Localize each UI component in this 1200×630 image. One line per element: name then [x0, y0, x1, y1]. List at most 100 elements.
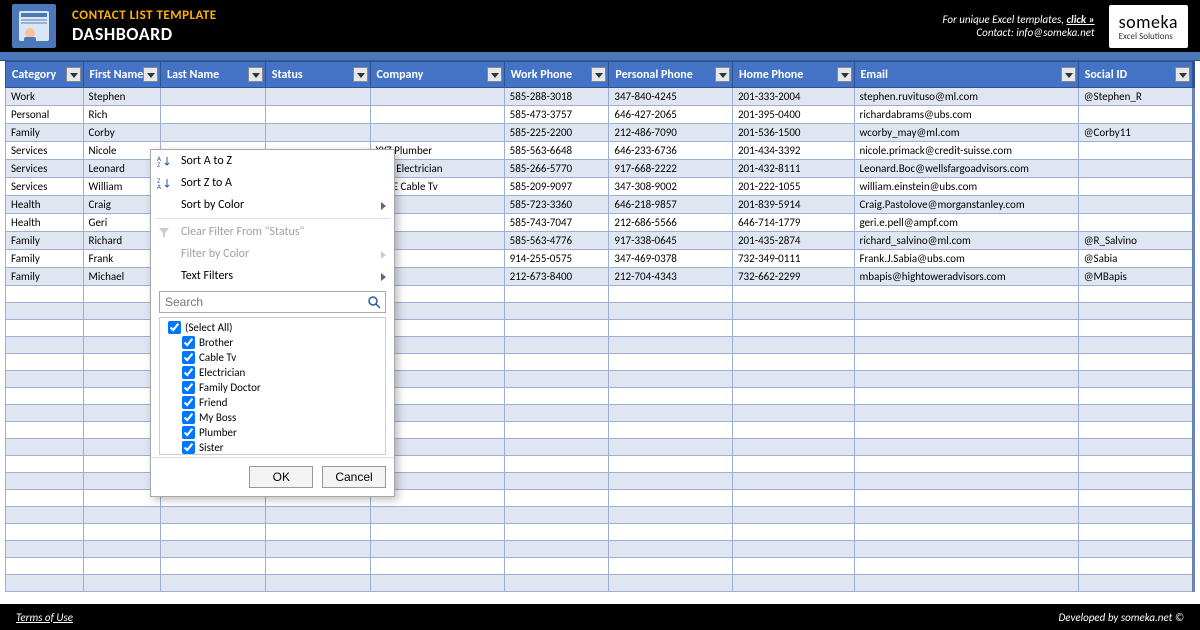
table-cell[interactable]	[83, 371, 161, 388]
table-cell[interactable]: 212-704-4343	[609, 268, 733, 286]
table-cell[interactable]: 732-349-0111	[732, 250, 854, 268]
table-cell[interactable]	[854, 456, 1078, 473]
table-row[interactable]	[6, 524, 1194, 541]
table-cell[interactable]: Nicole	[83, 142, 161, 160]
table-cell[interactable]	[609, 303, 733, 320]
table-cell[interactable]: @R_Salvino	[1078, 232, 1193, 250]
table-cell[interactable]	[609, 422, 733, 439]
table-cell[interactable]	[609, 558, 733, 575]
table-cell[interactable]	[265, 524, 370, 541]
table-cell[interactable]	[609, 371, 733, 388]
table-cell[interactable]: @Stephen_R	[1078, 88, 1193, 106]
table-cell[interactable]	[609, 388, 733, 405]
table-cell[interactable]	[1078, 473, 1193, 490]
filter-checkbox[interactable]	[182, 381, 195, 394]
table-cell[interactable]: 585-563-4776	[504, 232, 609, 250]
table-cell[interactable]	[732, 558, 854, 575]
filter-option[interactable]: My Boss	[164, 410, 381, 425]
filter-search-input[interactable]	[159, 291, 386, 313]
table-cell[interactable]: 201-432-8111	[732, 160, 854, 178]
table-cell[interactable]	[1078, 196, 1193, 214]
table-cell[interactable]: 201-839-5914	[732, 196, 854, 214]
table-cell[interactable]: 585-743-7047	[504, 214, 609, 232]
table-cell[interactable]	[1078, 558, 1193, 575]
table-cell[interactable]	[854, 371, 1078, 388]
table-cell[interactable]: Craig	[83, 196, 161, 214]
filter-dropdown-icon[interactable]	[715, 67, 730, 82]
table-cell[interactable]	[854, 388, 1078, 405]
table-cell[interactable]	[1078, 320, 1193, 337]
table-cell[interactable]	[6, 371, 84, 388]
table-cell[interactable]	[504, 354, 609, 371]
table-cell[interactable]	[504, 507, 609, 524]
table-cell[interactable]	[6, 490, 84, 507]
table-cell[interactable]	[854, 473, 1078, 490]
table-cell[interactable]	[504, 422, 609, 439]
table-cell[interactable]	[83, 286, 161, 303]
table-cell[interactable]: richard_salvino@ml.com	[854, 232, 1078, 250]
table-cell[interactable]	[161, 88, 266, 106]
table-cell[interactable]: Leonard.Boc@wellsfargoadvisors.com	[854, 160, 1078, 178]
table-cell[interactable]	[854, 303, 1078, 320]
table-cell[interactable]	[6, 541, 84, 558]
filter-dropdown-icon[interactable]	[66, 67, 81, 82]
table-cell[interactable]	[504, 388, 609, 405]
table-cell[interactable]	[609, 473, 733, 490]
filter-option[interactable]: Plumber	[164, 425, 381, 440]
table-cell[interactable]	[83, 473, 161, 490]
table-cell[interactable]: 201-536-1500	[732, 124, 854, 142]
table-cell[interactable]	[161, 541, 266, 558]
table-cell[interactable]	[161, 524, 266, 541]
table-cell[interactable]	[732, 456, 854, 473]
table-cell[interactable]	[732, 541, 854, 558]
table-cell[interactable]: 212-686-5566	[609, 214, 733, 232]
table-cell[interactable]	[504, 456, 609, 473]
table-cell[interactable]	[1078, 575, 1193, 592]
table-cell[interactable]: 212-673-8400	[504, 268, 609, 286]
table-cell[interactable]: 914-255-0575	[504, 250, 609, 268]
table-cell[interactable]: nicole.primack@credit-suisse.com	[854, 142, 1078, 160]
table-cell[interactable]	[265, 541, 370, 558]
table-cell[interactable]: Craig.Pastolove@morganstanley.com	[854, 196, 1078, 214]
table-cell[interactable]	[161, 575, 266, 592]
table-cell[interactable]	[83, 354, 161, 371]
table-cell[interactable]	[1078, 490, 1193, 507]
table-cell[interactable]: Services	[6, 160, 84, 178]
table-cell[interactable]	[6, 388, 84, 405]
table-cell[interactable]	[504, 490, 609, 507]
table-cell[interactable]	[732, 422, 854, 439]
table-cell[interactable]	[504, 575, 609, 592]
terms-link[interactable]: Terms of Use	[16, 611, 73, 624]
table-cell[interactable]: Work	[6, 88, 84, 106]
table-cell[interactable]	[1078, 371, 1193, 388]
table-cell[interactable]	[83, 507, 161, 524]
table-cell[interactable]: 646-233-6736	[609, 142, 733, 160]
table-cell[interactable]: 646-218-9857	[609, 196, 733, 214]
table-row[interactable]: FamilyCorby585-225-2200212-486-7090201-5…	[6, 124, 1194, 142]
table-cell[interactable]: Family	[6, 268, 84, 286]
table-cell[interactable]	[6, 320, 84, 337]
table-cell[interactable]: 917-668-2222	[609, 160, 733, 178]
table-cell[interactable]	[732, 337, 854, 354]
table-cell[interactable]	[854, 320, 1078, 337]
table-cell[interactable]	[609, 320, 733, 337]
cancel-button[interactable]: Cancel	[322, 466, 386, 488]
ok-button[interactable]: OK	[249, 466, 313, 488]
table-cell[interactable]: @MBapis	[1078, 268, 1193, 286]
table-cell[interactable]	[504, 286, 609, 303]
table-cell[interactable]	[732, 303, 854, 320]
table-cell[interactable]	[265, 124, 370, 142]
filter-checkbox[interactable]	[182, 411, 195, 424]
table-cell[interactable]: richardabrams@ubs.com	[854, 106, 1078, 124]
search-icon[interactable]	[367, 295, 381, 313]
table-cell[interactable]: stephen.ruvituso@ml.com	[854, 88, 1078, 106]
table-cell[interactable]	[854, 490, 1078, 507]
table-cell[interactable]	[6, 405, 84, 422]
table-cell[interactable]: 646-427-2065	[609, 106, 733, 124]
table-row[interactable]	[6, 575, 1194, 592]
table-cell[interactable]	[504, 524, 609, 541]
table-cell[interactable]	[504, 473, 609, 490]
table-cell[interactable]	[854, 541, 1078, 558]
table-cell[interactable]	[609, 507, 733, 524]
table-row[interactable]	[6, 541, 1194, 558]
